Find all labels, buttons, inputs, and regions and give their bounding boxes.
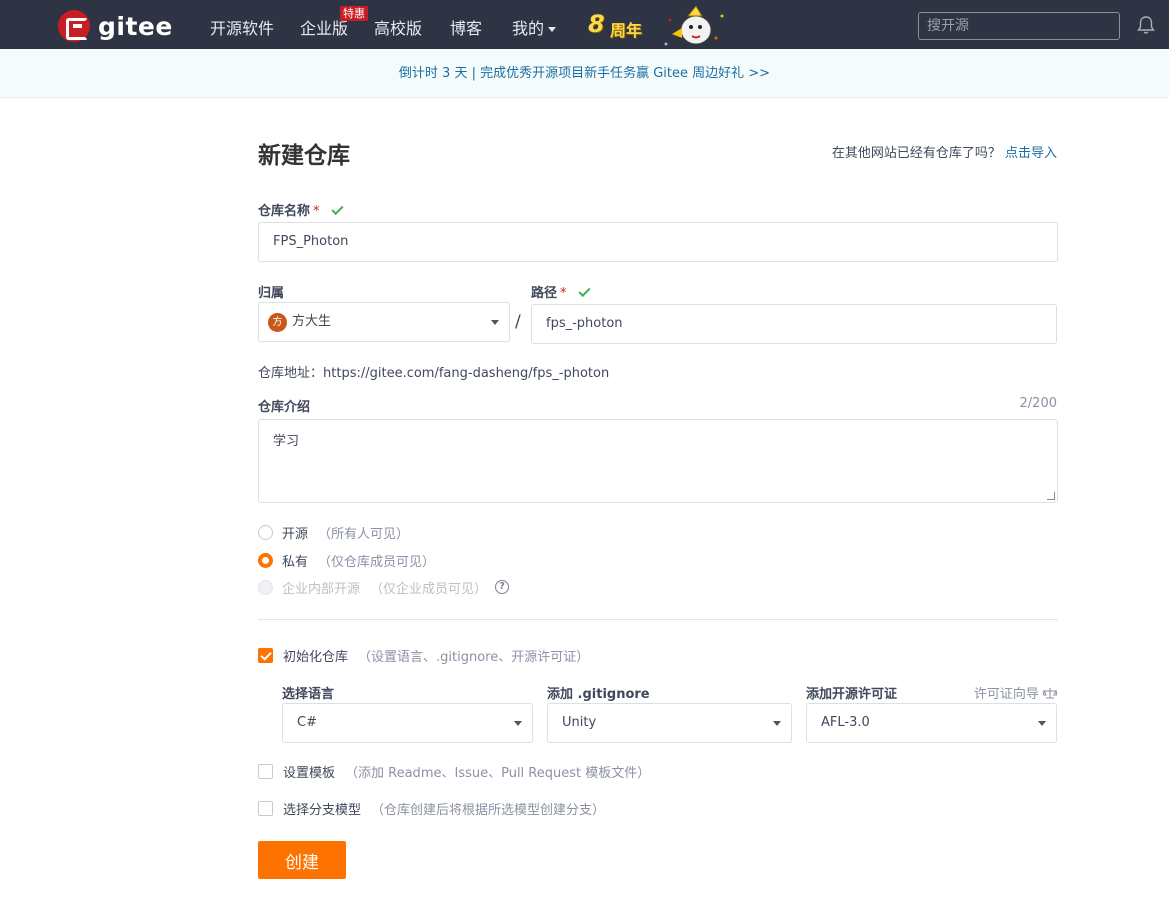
required-mark: * bbox=[560, 286, 567, 301]
anniversary-banner[interactable]: 8 周年 bbox=[586, 4, 736, 48]
chevron-down-icon bbox=[1038, 721, 1046, 726]
nav-item-blog[interactable]: 博客 bbox=[450, 15, 482, 39]
required-mark: * bbox=[313, 204, 320, 219]
help-icon[interactable]: ? bbox=[495, 580, 510, 594]
template-option[interactable]: 设置模板 （添加 Readme、Issue、Pull Request 模板文件） bbox=[258, 762, 651, 781]
gitee-logo-icon bbox=[58, 10, 90, 42]
init-repo-hint: （设置语言、.gitignore、开源许可证） bbox=[358, 649, 590, 665]
visibility-private-label: 私有 bbox=[282, 554, 309, 570]
create-button[interactable]: 创建 bbox=[258, 841, 346, 879]
language-select-value: C# bbox=[297, 715, 317, 730]
logo-text: gitee bbox=[98, 11, 173, 41]
nav-item-mine-label: 我的 bbox=[512, 19, 545, 38]
chevron-down-icon bbox=[773, 721, 781, 726]
license-select-value: AFL-3.0 bbox=[821, 715, 870, 730]
chevron-down-icon bbox=[514, 721, 522, 726]
repo-name-label: 仓库名称 * bbox=[258, 200, 344, 219]
import-link[interactable]: 点击导入 bbox=[1005, 146, 1057, 161]
nav-item-open-source[interactable]: 开源软件 bbox=[210, 15, 274, 39]
gitignore-select[interactable]: Unity bbox=[547, 703, 792, 743]
promo-link[interactable]: 倒计时 3 天 | 完成优秀开源项目新手任务赢 Gitee 周边好礼 >> bbox=[399, 66, 770, 81]
resize-handle-icon[interactable] bbox=[1047, 492, 1055, 500]
visibility-option-public[interactable]: 开源 （所有人可见） bbox=[258, 523, 410, 542]
promo-banner: 倒计时 3 天 | 完成优秀开源项目新手任务赢 Gitee 周边好礼 >> bbox=[0, 49, 1169, 98]
init-repo-checkbox[interactable] bbox=[258, 647, 273, 663]
owner-select-value: 方大生 bbox=[292, 314, 332, 329]
path-separator: / bbox=[515, 312, 521, 332]
language-select[interactable]: C# bbox=[282, 703, 533, 743]
bell-icon[interactable] bbox=[1137, 15, 1155, 35]
visibility-option-private[interactable]: 私有 （仅仓库成员可见） bbox=[258, 551, 436, 570]
valid-check-icon bbox=[331, 202, 344, 216]
scale-icon bbox=[1042, 688, 1058, 699]
repo-name-input[interactable]: FPS_Photon bbox=[258, 222, 1058, 262]
mascot-icon bbox=[664, 5, 724, 46]
init-repo-label: 初始化仓库 bbox=[283, 649, 349, 665]
section-divider bbox=[258, 619, 1058, 620]
radio-internal bbox=[258, 579, 273, 595]
repo-url-label: 仓库地址： bbox=[258, 366, 324, 381]
branch-model-label: 选择分支模型 bbox=[283, 802, 362, 818]
path-label-text: 路径 bbox=[531, 286, 558, 301]
visibility-option-internal: 企业内部开源 （仅企业成员可见） ? bbox=[258, 578, 510, 597]
visibility-internal-label: 企业内部开源 bbox=[282, 581, 361, 597]
visibility-private-hint: （仅仓库成员可见） bbox=[318, 554, 436, 570]
chevron-down-icon bbox=[548, 27, 557, 32]
license-label: 添加开源许可证 bbox=[806, 687, 898, 702]
visibility-public-hint: （所有人可见） bbox=[318, 526, 410, 542]
intro-label: 仓库介绍 bbox=[258, 400, 311, 415]
avatar: 方 bbox=[268, 313, 287, 332]
owner-label: 归属 bbox=[258, 286, 285, 301]
visibility-public-label: 开源 bbox=[282, 526, 309, 542]
visibility-internal-hint: （仅企业成员可见） bbox=[370, 581, 488, 597]
path-label: 路径 * bbox=[531, 282, 591, 301]
init-repo-option[interactable]: 初始化仓库 （设置语言、.gitignore、开源许可证） bbox=[258, 646, 590, 665]
import-prompt: 在其他网站已经有仓库了吗？ 点击导入 bbox=[832, 142, 1057, 161]
license-select[interactable]: AFL-3.0 bbox=[806, 703, 1057, 743]
branch-model-option[interactable]: 选择分支模型 （仓库创建后将根据所选模型创建分支） bbox=[258, 799, 606, 818]
branch-model-checkbox[interactable] bbox=[258, 800, 273, 816]
repo-url-value: https://gitee.com/fang-dasheng/fps_-phot… bbox=[323, 366, 610, 381]
license-guide-text: 许可证向导 bbox=[973, 687, 1039, 702]
owner-select[interactable]: 方 方大生 bbox=[258, 302, 510, 342]
import-prompt-text: 在其他网站已经有仓库了吗？ bbox=[831, 146, 1001, 161]
radio-private[interactable] bbox=[258, 552, 273, 568]
template-checkbox[interactable] bbox=[258, 763, 273, 779]
template-label: 设置模板 bbox=[283, 765, 336, 781]
gitignore-label: 添加 .gitignore bbox=[547, 687, 650, 702]
intro-textarea[interactable]: 学习 bbox=[258, 419, 1058, 503]
chevron-down-icon bbox=[491, 320, 499, 325]
template-hint: （添加 Readme、Issue、Pull Request 模板文件） bbox=[345, 765, 651, 781]
license-guide-link[interactable]: 许可证向导 bbox=[973, 683, 1058, 702]
intro-text: 学习 bbox=[273, 434, 300, 449]
nav-item-mine[interactable]: 我的 bbox=[512, 15, 557, 39]
intro-char-counter: 2/200 bbox=[1019, 396, 1057, 411]
radio-public[interactable] bbox=[258, 524, 273, 540]
valid-check-icon bbox=[578, 284, 591, 298]
path-input[interactable]: fps_-photon bbox=[531, 304, 1057, 344]
language-label: 选择语言 bbox=[282, 687, 335, 702]
top-navbar: gitee 开源软件 企业版 特惠 高校版 博客 我的 8 周年 bbox=[0, 0, 1169, 49]
page-title: 新建仓库 bbox=[258, 143, 350, 169]
branch-model-hint: （仓库创建后将根据所选模型创建分支） bbox=[371, 802, 606, 818]
repo-url: 仓库地址：https://gitee.com/fang-dasheng/fps_… bbox=[258, 362, 609, 381]
gitignore-select-value: Unity bbox=[562, 715, 597, 730]
search-input[interactable] bbox=[918, 12, 1120, 40]
repo-name-label-text: 仓库名称 bbox=[258, 204, 311, 219]
gitee-logo[interactable]: gitee bbox=[58, 10, 173, 42]
hot-badge: 特惠 bbox=[340, 6, 368, 21]
nav-item-education[interactable]: 高校版 bbox=[374, 15, 422, 39]
